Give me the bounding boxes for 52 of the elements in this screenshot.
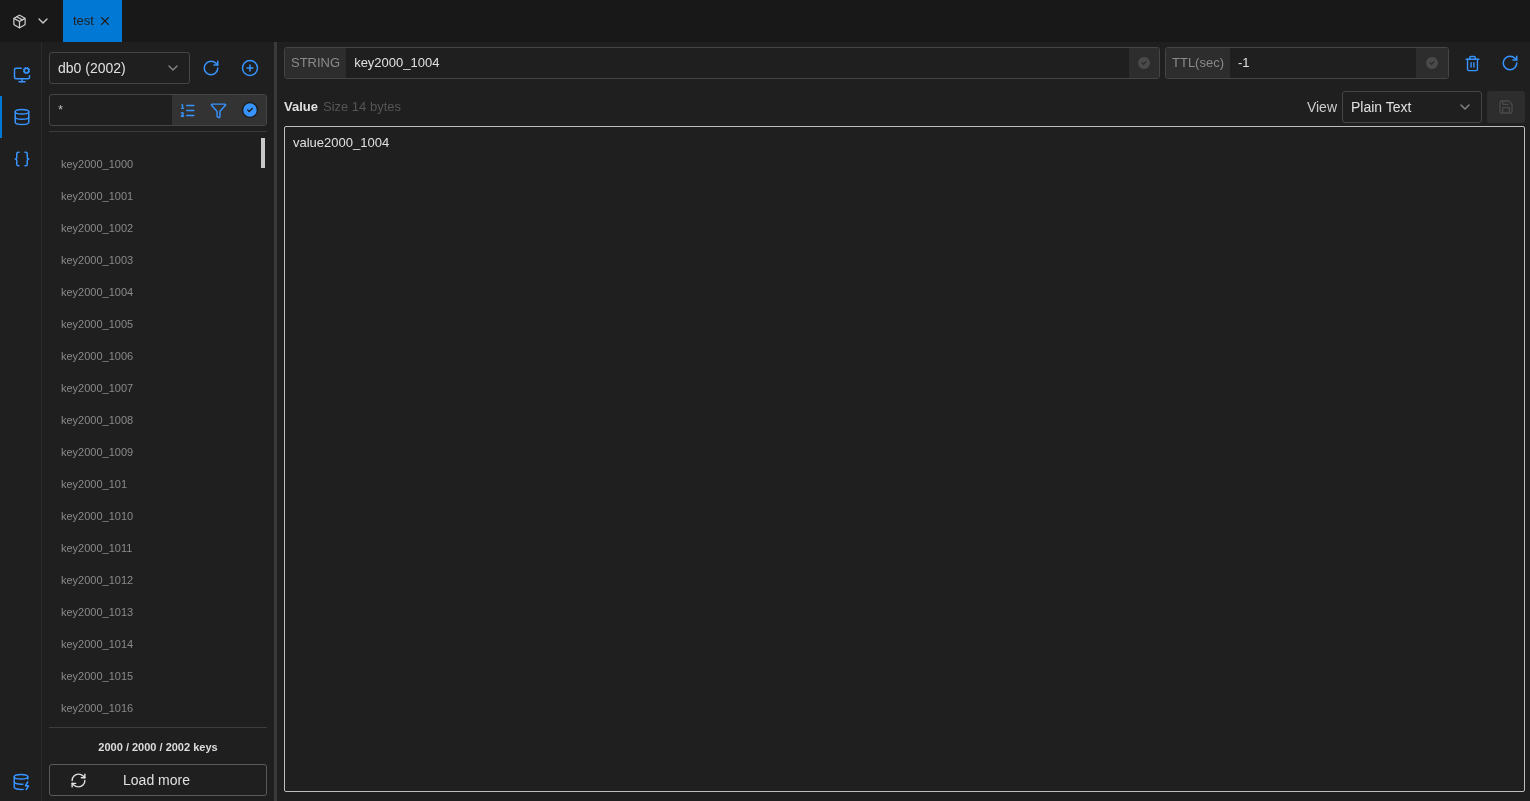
- key-list-item[interactable]: key2000_1016: [49, 692, 267, 724]
- key-type-label: STRING: [285, 48, 347, 78]
- key-list-item[interactable]: key2000_1002: [49, 212, 267, 244]
- key-list-item[interactable]: key2000_1005: [49, 308, 267, 340]
- key-list-item[interactable]: key2000_1001: [49, 180, 267, 212]
- refresh-icon: [70, 771, 87, 789]
- ttl-field[interactable]: -1: [1230, 48, 1416, 78]
- refresh-icon: [202, 59, 221, 77]
- package-icon[interactable]: [12, 13, 27, 29]
- key-list-item[interactable]: key2000_1003: [49, 244, 267, 276]
- scrollbar-thumb[interactable]: [261, 138, 265, 168]
- key-name-bar[interactable]: STRING key2000_1004: [284, 47, 1160, 79]
- key-count: 2000 / 2000 / 2002 keys: [98, 741, 218, 753]
- key-list-item[interactable]: key2000_1009: [49, 436, 267, 468]
- key-list-item[interactable]: key2000_101: [49, 468, 267, 500]
- check-icon[interactable]: [1136, 55, 1152, 71]
- key-list-item[interactable]: key2000_1010: [49, 500, 267, 532]
- database-select[interactable]: db0 (2002): [49, 52, 190, 84]
- trash-icon: [1463, 54, 1481, 72]
- key-list-item[interactable]: key2000_1014: [49, 628, 267, 660]
- view-select[interactable]: Plain Text: [1342, 91, 1482, 123]
- check-icon[interactable]: [241, 101, 259, 119]
- database-icon: [12, 108, 31, 126]
- list-icon[interactable]: [179, 101, 196, 119]
- refresh-icon: [1501, 54, 1519, 72]
- key-filter-field[interactable]: *: [50, 95, 172, 125]
- key-list-item[interactable]: key2000_1004: [49, 276, 267, 308]
- key-list-item[interactable]: key2000_1000: [49, 148, 267, 180]
- key-list-item[interactable]: key2000_1006: [49, 340, 267, 372]
- connection-tab[interactable]: test: [63, 0, 122, 42]
- value-text: value2000_1004: [293, 135, 390, 150]
- add-icon: [240, 59, 259, 77]
- database-settings-icon[interactable]: [11, 773, 30, 791]
- key-list-item[interactable]: key2000_1013: [49, 596, 267, 628]
- key-name-field[interactable]: key2000_1004: [346, 48, 1129, 78]
- key-list-item[interactable]: key2000_1011: [49, 532, 267, 564]
- save-icon: [1498, 99, 1514, 115]
- check-icon[interactable]: [1424, 55, 1440, 71]
- ttl-bar[interactable]: TTL(sec) -1: [1165, 47, 1449, 79]
- filter-icon[interactable]: [210, 101, 227, 119]
- load-more-button[interactable]: Load more: [49, 764, 267, 796]
- key-list-item[interactable]: key2000_1015: [49, 660, 267, 692]
- key-list-item[interactable]: key2000_1007: [49, 372, 267, 404]
- value-editor[interactable]: value2000_1004: [284, 126, 1525, 792]
- view-label: View: [1306, 97, 1337, 117]
- ttl-label: TTL(sec): [1166, 48, 1230, 78]
- key-list-item[interactable]: key2000_1012: [49, 564, 267, 596]
- key-list-item[interactable]: key2000_1008: [49, 404, 267, 436]
- server-settings-icon: [12, 66, 31, 84]
- braces-icon: [12, 150, 31, 168]
- key-filter-bar[interactable]: *: [49, 94, 267, 126]
- value-label: Value: [284, 98, 318, 117]
